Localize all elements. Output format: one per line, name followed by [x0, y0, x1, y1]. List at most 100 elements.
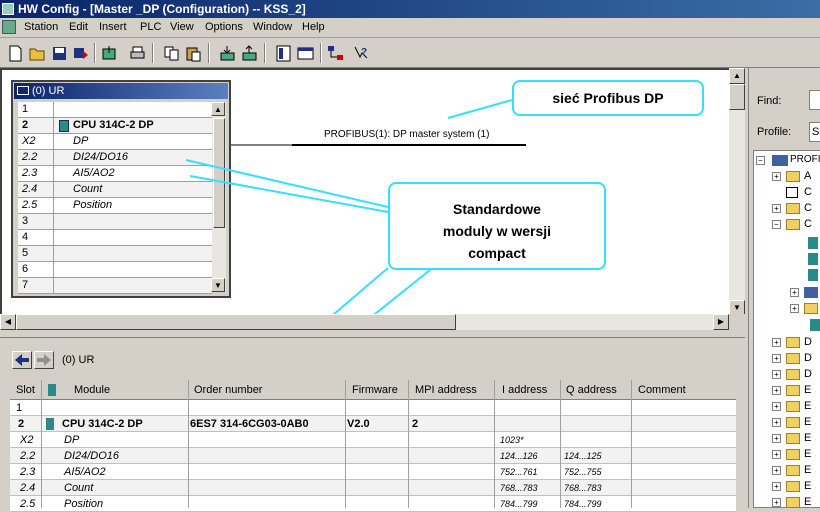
rack-row[interactable]: 2.3 AI5/AO2 [18, 166, 212, 182]
station-vertical-scrollbar[interactable]: ▲ ▼ [729, 68, 745, 316]
tree-item[interactable]: + [790, 285, 820, 301]
paste-icon[interactable] [184, 44, 201, 62]
back-arrow-icon[interactable] [12, 351, 32, 369]
rack-row[interactable]: 6 [18, 262, 212, 278]
tree-item[interactable]: − PROFI [756, 153, 820, 169]
copy-icon[interactable] [162, 44, 179, 61]
menu-window[interactable]: Window [253, 21, 292, 33]
print-icon[interactable] [128, 44, 145, 61]
find-input[interactable] [809, 90, 820, 110]
open-icon[interactable] [28, 44, 45, 61]
header-firmware[interactable]: Firmware [352, 384, 398, 396]
header-q-address[interactable]: Q address [566, 384, 617, 396]
detail-scrollbar[interactable] [736, 380, 745, 508]
tree-item[interactable]: + D [772, 335, 820, 351]
tree-item[interactable]: + D [772, 351, 820, 367]
cell-i-address: 1023* [500, 435, 524, 445]
save-compile-icon[interactable] [72, 44, 89, 61]
menu-help[interactable]: Help [302, 21, 325, 33]
document-icon[interactable] [2, 20, 16, 34]
tree-item[interactable]: + E [772, 383, 820, 399]
forward-arrow-icon[interactable] [34, 351, 54, 369]
tree-item[interactable]: + E [772, 415, 820, 431]
tree-item[interactable]: − C [772, 217, 820, 233]
rack-row[interactable]: 2.2 DI24/DO16 [18, 150, 212, 166]
dp-master-system-label[interactable]: PROFIBUS(1): DP master system (1) [324, 129, 489, 140]
menu-view[interactable]: View [170, 21, 194, 33]
tree-label: E [804, 400, 812, 412]
tree-item[interactable]: + C [772, 201, 820, 217]
rack-scrollbar[interactable]: ▲ ▼ [211, 102, 226, 292]
tree-item[interactable]: + E [772, 447, 820, 463]
scroll-up-icon[interactable]: ▲ [211, 102, 225, 116]
header-comment[interactable]: Comment [638, 384, 686, 396]
tree-item[interactable]: + E [772, 495, 820, 507]
download-to-module-icon[interactable] [100, 44, 117, 61]
table-row[interactable]: 2.5 Position 784...799 784...799 [10, 496, 736, 512]
rack-row[interactable]: 7 [18, 278, 212, 294]
table-row[interactable]: 2.3 AI5/AO2 752...761 752...755 [10, 464, 736, 480]
network-icon[interactable] [326, 44, 343, 61]
scroll-down-icon[interactable]: ▼ [211, 278, 225, 292]
table-row[interactable]: 2 CPU 314C-2 DP 6ES7 314-6CG03-0AB0 V2.0… [10, 416, 736, 432]
help-icon[interactable]: ? [352, 44, 369, 61]
scroll-right-icon[interactable]: ▶ [713, 314, 729, 330]
catalog-icon[interactable] [274, 44, 291, 62]
pane-splitter[interactable] [0, 330, 745, 338]
tree-item[interactable] [802, 317, 820, 333]
profile-select[interactable]: S [809, 122, 820, 142]
tree-item[interactable]: + D [772, 367, 820, 383]
rack-row[interactable]: X2 DP [18, 134, 212, 150]
rack-row[interactable]: 1 [18, 102, 212, 118]
tree-item[interactable] [794, 251, 820, 267]
menu-plc[interactable]: PLC [140, 21, 161, 33]
table-row[interactable]: 1 [10, 400, 736, 416]
station-horizontal-scrollbar[interactable]: ◀ ▶ [0, 314, 729, 330]
save-icon[interactable] [50, 44, 67, 61]
rack-row[interactable]: 5 [18, 246, 212, 262]
window-title: HW Config - [Master _DP (Configuration) … [18, 2, 306, 16]
menu-insert[interactable]: Insert [99, 21, 127, 33]
tree-item[interactable]: + [790, 301, 820, 317]
catalog-tree[interactable]: − PROFI + A C + C − C + + + D + D + D + E + E + E… [753, 150, 820, 508]
collapse-icon[interactable]: − [756, 156, 765, 165]
download-icon[interactable] [218, 44, 235, 61]
overview-icon[interactable] [296, 44, 314, 61]
table-row[interactable]: X2 DP 1023* [10, 432, 736, 448]
table-row[interactable]: 2.2 DI24/DO16 124...126 124...125 [10, 448, 736, 464]
rack-row[interactable]: 3 [18, 214, 212, 230]
rack-row[interactable]: 2.4 Count [18, 182, 212, 198]
rack-row[interactable]: 4 [18, 230, 212, 246]
rack-row[interactable]: 2 CPU 314C-2 DP [18, 118, 212, 134]
tree-item[interactable]: + E [772, 479, 820, 495]
scroll-up-icon[interactable]: ▲ [729, 68, 745, 84]
scroll-corner [729, 314, 745, 330]
table-row[interactable]: 2.4 Count 768...783 768...783 [10, 480, 736, 496]
rack-scroll-thumb[interactable] [213, 118, 225, 228]
header-slot[interactable]: Slot [16, 384, 35, 396]
tree-item[interactable]: + E [772, 399, 820, 415]
scroll-thumb[interactable] [16, 314, 456, 330]
tree-item[interactable]: + E [772, 463, 820, 479]
tree-item[interactable] [794, 267, 820, 283]
menu-station[interactable]: Station [24, 21, 58, 33]
header-order-number[interactable]: Order number [194, 384, 262, 396]
tree-item[interactable]: + A [772, 169, 820, 185]
header-mpi-address[interactable]: MPI address [415, 384, 477, 396]
new-icon[interactable] [6, 44, 23, 62]
upload-icon[interactable] [240, 44, 257, 61]
tree-item[interactable]: C [772, 185, 820, 201]
header-module[interactable]: Module [74, 384, 110, 396]
scroll-thumb[interactable] [729, 84, 745, 110]
slot-number: 3 [18, 214, 54, 230]
scroll-left-icon[interactable]: ◀ [0, 314, 16, 330]
rack-title-bar[interactable]: (0) UR [14, 83, 228, 99]
tree-item[interactable]: + E [772, 431, 820, 447]
rack-row[interactable]: 2.5 Position [18, 198, 212, 214]
tree-item[interactable] [794, 235, 820, 251]
header-i-address[interactable]: I address [502, 384, 547, 396]
rack-window[interactable]: (0) UR 1 2 CPU 314C-2 DP X2 DP 2.2 DI24/DO1… [11, 80, 231, 298]
menu-edit[interactable]: Edit [69, 21, 88, 33]
menu-options[interactable]: Options [205, 21, 243, 33]
dp-master-system-line[interactable] [292, 144, 526, 146]
